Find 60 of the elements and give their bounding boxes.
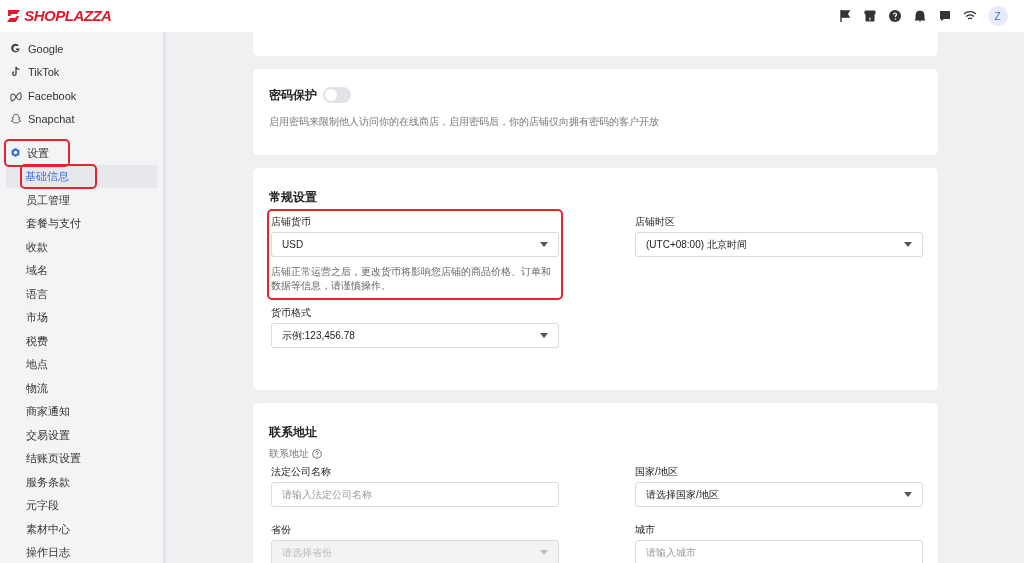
bell-icon[interactable] bbox=[912, 9, 927, 23]
flag-icon[interactable] bbox=[837, 9, 852, 23]
sidebar-subitem[interactable]: 税费 bbox=[6, 329, 157, 353]
sidebar-subitem[interactable]: 服务条款 bbox=[6, 470, 157, 494]
caret-icon bbox=[904, 242, 912, 247]
field-label: 省份 bbox=[271, 523, 292, 537]
field-label: 城市 bbox=[635, 523, 656, 537]
sidebar-subitem[interactable]: 基础信息 bbox=[6, 164, 157, 188]
sidebar-subitem[interactable]: 元字段 bbox=[6, 493, 157, 517]
logo[interactable]: SHOPLAZZA bbox=[24, 4, 112, 28]
card-title: 常规设置 bbox=[269, 188, 318, 206]
chat-icon[interactable] bbox=[937, 9, 952, 23]
hint-text: 店铺正常运营之后，更改货币将影响您店铺的商品价格、订单和数据等信息，请谨慎操作。 bbox=[271, 265, 552, 294]
dropdown[interactable]: 请选择国家/地区 bbox=[635, 482, 923, 507]
sidebar-subitem[interactable]: 操作日志 bbox=[6, 540, 157, 563]
music-note-icon bbox=[10, 66, 22, 79]
input-field[interactable]: 请输入法定公司名称 bbox=[271, 482, 559, 507]
field-label: 店铺时区 bbox=[635, 215, 676, 229]
field-label: 国家/地区 bbox=[635, 465, 679, 479]
settings-menu-item[interactable]: 设置 bbox=[6, 141, 68, 165]
infinity-icon bbox=[10, 89, 22, 102]
ghost-icon bbox=[10, 113, 22, 126]
caret-icon bbox=[540, 242, 548, 247]
dropdown[interactable]: (UTC+08:00) 北京时间 bbox=[635, 232, 923, 257]
toggle-switch[interactable] bbox=[322, 86, 351, 103]
section-subtitle: 联系地址 bbox=[269, 447, 309, 461]
sidebar-subitem[interactable]: 素材中心 bbox=[6, 517, 157, 541]
sidebar-subitem[interactable]: 收款 bbox=[6, 235, 157, 259]
sidebar-item[interactable]: TikTok bbox=[6, 60, 157, 84]
caret-icon bbox=[540, 332, 548, 338]
logo-icon bbox=[5, 9, 22, 23]
caret-icon bbox=[904, 492, 912, 497]
card-title: 联系地址 bbox=[269, 423, 318, 441]
sidebar-subitem[interactable]: 商家通知 bbox=[6, 399, 157, 423]
card-title: 密码保护 bbox=[269, 86, 317, 104]
sidebar-item[interactable]: Snapchat bbox=[6, 107, 157, 131]
sidebar-subitem[interactable]: 市场 bbox=[6, 305, 157, 329]
sidebar-subitem[interactable]: 员工管理 bbox=[6, 188, 157, 212]
description-text: 启用密码来限制他人访问你的在线商店，启用密码后，你的店铺仅向拥有密码的客户开放 bbox=[269, 114, 660, 129]
help-icon[interactable] bbox=[887, 9, 902, 23]
sidebar-item[interactable]: Facebook bbox=[6, 84, 157, 108]
sidebar-subitem[interactable]: 交易设置 bbox=[6, 423, 157, 447]
field-label: 法定公司名称 bbox=[271, 465, 332, 479]
caret-icon bbox=[540, 550, 548, 555]
sidebar-subitem[interactable]: 域名 bbox=[6, 258, 157, 282]
google-icon bbox=[10, 42, 22, 55]
store-icon[interactable] bbox=[862, 9, 877, 23]
sidebar-subitem[interactable]: 地点 bbox=[6, 352, 157, 376]
field-label: 店铺货币 bbox=[271, 215, 312, 229]
field-label: 货币格式 bbox=[271, 305, 312, 320]
avatar[interactable]: Z bbox=[987, 6, 1008, 26]
sidebar-subitem[interactable]: 物流 bbox=[6, 376, 157, 400]
sidebar-subitem[interactable]: 结账页设置 bbox=[6, 446, 157, 470]
sidebar-item[interactable]: Google bbox=[6, 37, 157, 61]
settings-icon bbox=[10, 147, 21, 159]
dropdown[interactable]: 示例:123,456.78 bbox=[271, 322, 559, 348]
input-field[interactable]: 请输入城市 bbox=[635, 540, 923, 563]
dropdown[interactable]: USD bbox=[271, 232, 559, 257]
sidebar-subitem[interactable]: 语言 bbox=[6, 282, 157, 306]
sidebar-subitem[interactable]: 套餐与支付 bbox=[6, 211, 157, 235]
